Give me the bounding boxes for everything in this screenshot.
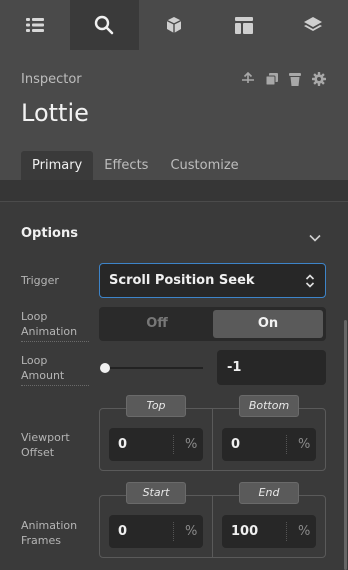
loop-animation-toggle: Off On xyxy=(99,307,326,341)
element-title: Lottie xyxy=(21,99,89,127)
options-title: Options xyxy=(21,226,78,241)
frames-start-label: Start xyxy=(126,482,186,504)
frames-start-field[interactable]: 0 % xyxy=(109,515,203,548)
loop-animation-label-line1: Loop xyxy=(21,310,48,323)
frames-end-value: 100 xyxy=(231,524,259,539)
tab-effects[interactable]: Effects xyxy=(93,151,159,180)
unit-label[interactable]: % xyxy=(185,437,197,452)
animation-frames-label: Animation Frames xyxy=(21,518,77,548)
field-separator xyxy=(286,522,287,541)
header-actions xyxy=(241,72,326,86)
viewport-top-field[interactable]: 0 % xyxy=(109,428,203,461)
duplicate-icon[interactable] xyxy=(266,73,278,85)
list-icon xyxy=(25,17,44,33)
loop-amount-label: Loop Amount xyxy=(21,353,89,386)
viewport-offset-label: Viewport Offset xyxy=(21,430,70,460)
tab-components[interactable] xyxy=(139,0,209,50)
toggle-on-option[interactable]: On xyxy=(213,310,323,338)
animation-frames-label-line2: Frames xyxy=(21,534,62,547)
viewport-bottom-value: 0 xyxy=(231,437,241,452)
loop-amount-label-line2: Amount xyxy=(21,369,65,382)
field-separator xyxy=(286,435,287,454)
field-separator xyxy=(173,435,174,454)
viewport-offset-label-line1: Viewport xyxy=(21,431,70,444)
animation-frames-label-line1: Animation xyxy=(21,519,78,532)
options-section-header[interactable]: Options xyxy=(0,202,348,262)
frames-start-value: 0 xyxy=(118,524,128,539)
frames-end-field[interactable]: 100 % xyxy=(222,515,316,548)
inspector-tabs: Primary Effects Customize xyxy=(21,151,250,180)
viewport-top-label: Top xyxy=(126,395,186,417)
loop-amount-input[interactable]: -1 xyxy=(217,350,326,385)
group-divider xyxy=(212,409,213,470)
tab-layout[interactable] xyxy=(209,0,279,50)
tab-list[interactable] xyxy=(0,0,70,50)
search-icon xyxy=(94,15,114,35)
scrollbar[interactable] xyxy=(344,320,347,570)
field-separator xyxy=(173,522,174,541)
inspector-header: Inspector Lottie Primary Effects Customi… xyxy=(0,50,348,180)
trigger-label: Trigger xyxy=(21,274,59,287)
section-spacer xyxy=(0,180,348,202)
tab-customize[interactable]: Customize xyxy=(159,151,249,180)
tab-layers[interactable] xyxy=(278,0,348,50)
section-label: Inspector xyxy=(21,72,82,87)
toggle-off-option[interactable]: Off xyxy=(102,310,212,338)
unit-label[interactable]: % xyxy=(298,524,310,539)
viewport-offset-label-line2: Offset xyxy=(21,446,55,459)
chevron-down-icon[interactable] xyxy=(309,227,321,246)
loop-amount-value: -1 xyxy=(227,360,242,375)
viewport-top-value: 0 xyxy=(118,437,128,452)
trigger-select[interactable]: Scroll Position Seek xyxy=(99,263,326,298)
loop-amount-slider-handle[interactable] xyxy=(100,363,110,373)
loop-amount-label-line1: Loop xyxy=(21,354,48,367)
cube-icon xyxy=(165,16,183,34)
gear-icon[interactable] xyxy=(312,72,326,86)
select-arrows-icon xyxy=(305,273,315,293)
unit-label[interactable]: % xyxy=(185,524,197,539)
animation-frames-group: 0 % 100 % xyxy=(99,495,326,558)
tab-search[interactable] xyxy=(69,0,140,50)
group-divider xyxy=(212,496,213,557)
loop-animation-label-line2: Animation xyxy=(21,325,78,338)
layout-icon xyxy=(234,16,253,34)
loop-amount-slider-track[interactable] xyxy=(103,367,203,369)
frames-end-label: End xyxy=(239,482,299,504)
viewport-bottom-label: Bottom xyxy=(239,395,299,417)
viewport-offset-group: 0 % 0 % xyxy=(99,408,326,471)
tab-primary[interactable]: Primary xyxy=(21,151,94,180)
layers-icon xyxy=(303,16,323,34)
move-up-icon[interactable] xyxy=(241,72,255,86)
viewport-bottom-field[interactable]: 0 % xyxy=(222,428,316,461)
unit-label[interactable]: % xyxy=(298,437,310,452)
loop-animation-label: Loop Animation xyxy=(21,309,89,342)
trigger-value: Scroll Position Seek xyxy=(109,273,255,288)
top-tab-bar xyxy=(0,0,348,50)
trash-icon[interactable] xyxy=(289,72,301,86)
